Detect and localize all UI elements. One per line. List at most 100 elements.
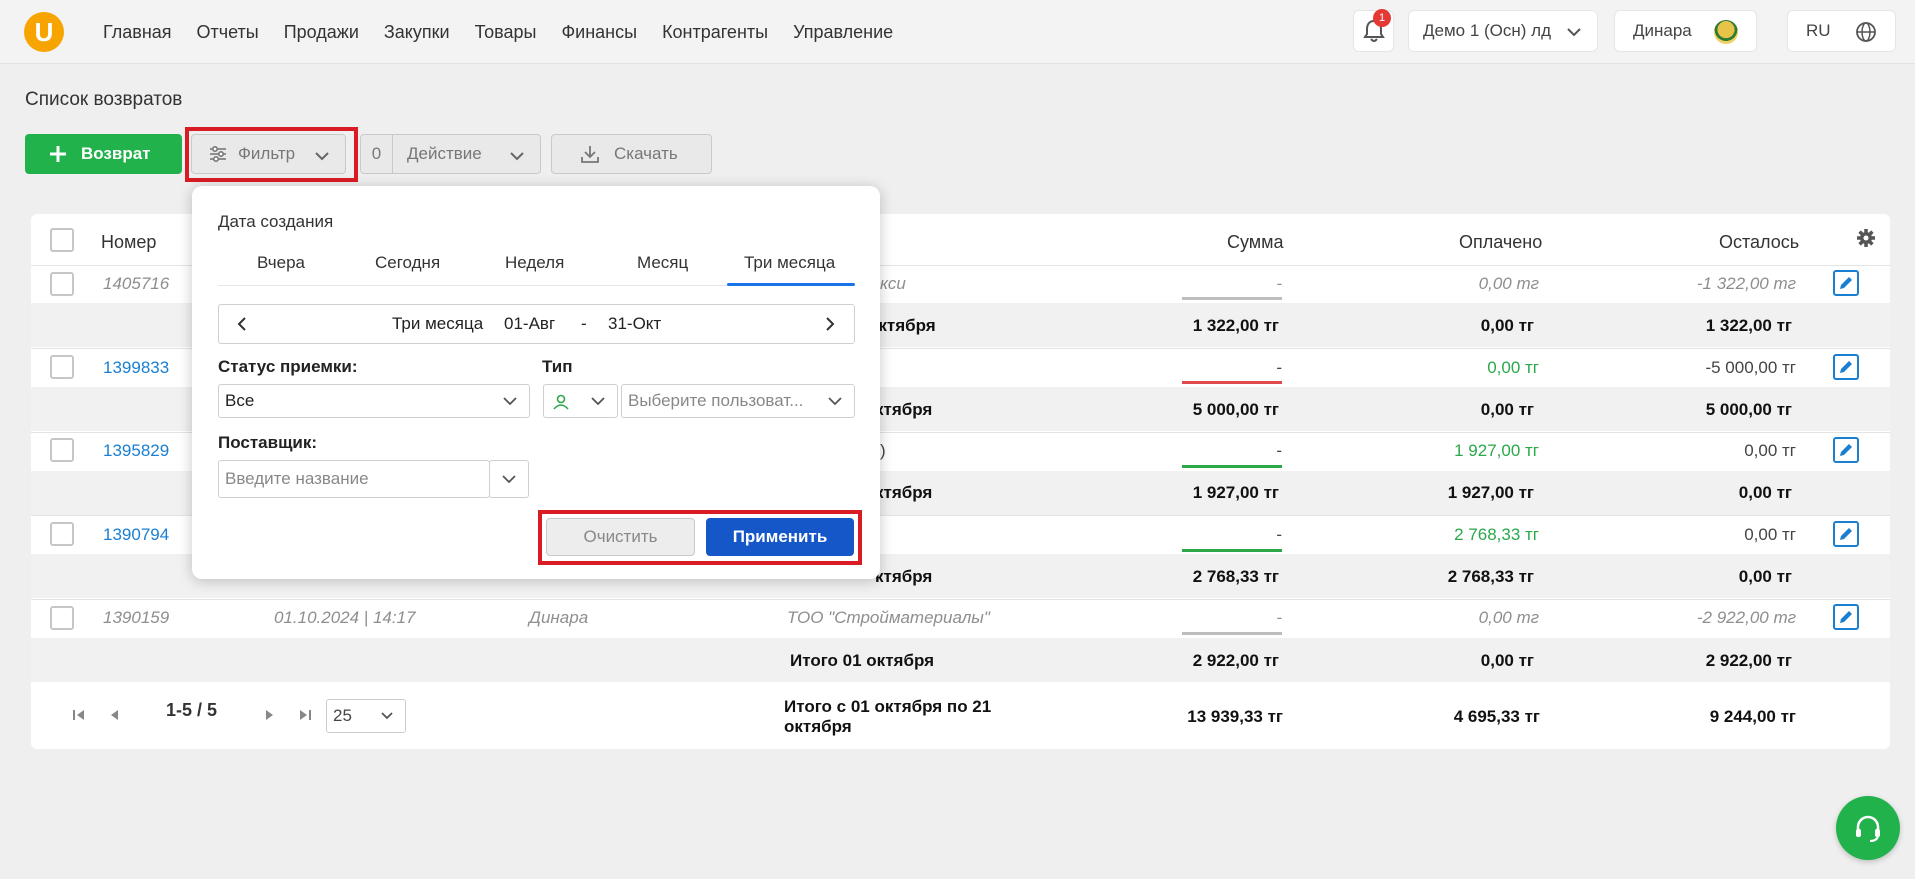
last-page-icon[interactable]	[298, 708, 312, 722]
subtotal-paid: 1 927,00 тг	[1447, 483, 1534, 502]
top-bar: U Главная Отчеты Продажи Закупки Товары …	[0, 0, 1915, 64]
nav-item-finance[interactable]: Финансы	[561, 22, 637, 43]
subtotal-sum: 1 322,00 тг	[1192, 316, 1279, 335]
user-menu[interactable]: Динара	[1614, 10, 1757, 52]
language-select[interactable]: RU	[1787, 10, 1896, 52]
prev-page-icon[interactable]	[108, 708, 120, 722]
first-page-icon[interactable]	[72, 708, 86, 722]
date-from[interactable]: 01-Авг	[504, 314, 555, 334]
subtotal-paid: 0,00 тг	[1480, 316, 1534, 335]
edit-button[interactable]	[1833, 437, 1859, 463]
supplier-input[interactable]: Введите название	[218, 460, 490, 498]
grand-total-paid: 4 695,33 тг	[1453, 707, 1540, 726]
row-partner: кси	[880, 274, 906, 293]
organization-select[interactable]: Демо 1 (Осн) лд	[1408, 10, 1598, 52]
chevron-left-icon[interactable]	[234, 315, 250, 333]
tab-yesterday[interactable]: Вчера	[257, 253, 305, 273]
user-select[interactable]: Выберите пользоват...	[621, 384, 855, 418]
next-page-icon[interactable]	[264, 708, 276, 722]
notifications-button[interactable]: 1	[1353, 9, 1394, 52]
row-sum: -	[1276, 525, 1282, 544]
subtotal-paid: 0,00 тг	[1480, 400, 1534, 419]
per-page-select[interactable]: 25	[326, 699, 406, 733]
row-number[interactable]: 1390159	[103, 608, 169, 628]
row-checkbox[interactable]	[50, 606, 74, 630]
column-header-paid[interactable]: Оплачено	[1459, 232, 1542, 253]
subtotal-paid: 0,00 тг	[1480, 651, 1534, 670]
gear-icon[interactable]	[1856, 228, 1876, 248]
user-select-placeholder: Выберите пользоват...	[628, 391, 804, 410]
date-range-label: Три месяца	[392, 314, 484, 333]
row-checkbox[interactable]	[50, 522, 74, 546]
row-checkbox[interactable]	[50, 272, 74, 296]
app-logo[interactable]: U	[24, 12, 64, 52]
nav-item-partners[interactable]: Контрагенты	[662, 22, 768, 43]
main-nav: Главная Отчеты Продажи Закупки Товары Фи…	[103, 22, 918, 43]
chevron-right-icon[interactable]	[822, 315, 838, 333]
supplier-placeholder: Введите название	[225, 469, 369, 488]
add-return-label: Возврат	[81, 144, 151, 163]
tab-today[interactable]: Сегодня	[375, 253, 440, 273]
page-range: 1-5 / 5	[166, 700, 218, 720]
edit-button[interactable]	[1833, 354, 1859, 380]
subtotal-row	[31, 638, 1890, 682]
support-chat-button[interactable]	[1836, 796, 1900, 860]
row-number[interactable]: 1390794	[103, 525, 169, 545]
pencil-icon	[1840, 611, 1852, 623]
status-bar	[1182, 465, 1282, 468]
edit-button[interactable]	[1833, 521, 1859, 547]
row-checkbox[interactable]	[50, 355, 74, 379]
nav-item-home[interactable]: Главная	[103, 22, 172, 43]
grand-total-label-line1: Итого с 01 октября по 21	[784, 697, 992, 716]
action-button[interactable]: 0 Действие	[360, 134, 541, 174]
download-icon	[581, 146, 599, 163]
status-bar	[1182, 632, 1282, 635]
subtotal-left: 0,00 тг	[1738, 483, 1792, 502]
nav-item-sales[interactable]: Продажи	[284, 22, 359, 43]
row-checkbox[interactable]	[50, 438, 74, 462]
tab-month[interactable]: Месяц	[637, 253, 688, 273]
download-button[interactable]: Скачать	[551, 134, 712, 174]
row-left: -2 922,00 тг	[1696, 608, 1796, 627]
edit-button[interactable]	[1833, 270, 1859, 296]
chevron-down-icon	[510, 152, 524, 161]
buttons-highlight	[538, 510, 862, 565]
notifications-badge: 1	[1373, 9, 1391, 27]
select-all-checkbox[interactable]	[50, 228, 74, 252]
globe-icon	[1856, 22, 1876, 42]
subtotal-left: 2 922,00 тг	[1705, 651, 1792, 670]
tab-week[interactable]: Неделя	[505, 253, 564, 273]
column-header-number[interactable]: Номер	[101, 232, 156, 253]
edit-button[interactable]	[1833, 604, 1859, 630]
row-left: -5 000,00 тг	[1705, 358, 1796, 377]
row-partner: )	[880, 441, 886, 460]
nav-item-products[interactable]: Товары	[475, 22, 537, 43]
row-sum: -	[1276, 274, 1282, 293]
row-date: 01.10.2024 | 14:17	[274, 608, 416, 627]
status-select[interactable]: Все	[218, 384, 530, 418]
tab-three-months[interactable]: Три месяца	[744, 253, 835, 273]
status-bar	[1182, 381, 1282, 384]
nav-item-reports[interactable]: Отчеты	[197, 22, 259, 43]
row-number[interactable]: 1395829	[103, 441, 169, 461]
row-number[interactable]: 1399833	[103, 358, 169, 378]
user-type-select[interactable]	[543, 384, 618, 418]
row-number[interactable]: 1405716	[103, 274, 169, 294]
nav-item-purchases[interactable]: Закупки	[384, 22, 450, 43]
subtotal-label: Итого 01 октября	[790, 651, 935, 670]
chevron-down-icon	[1567, 28, 1581, 37]
date-to[interactable]: 31-Окт	[608, 314, 661, 334]
subtotal-left: 0,00 тг	[1738, 567, 1792, 586]
headset-icon	[1856, 815, 1880, 842]
supplier-dropdown-button[interactable]	[489, 460, 529, 498]
row-paid: 0,00 тг	[1487, 358, 1539, 377]
filter-highlight	[185, 127, 358, 182]
column-header-left[interactable]: Осталось	[1719, 232, 1799, 253]
add-return-button[interactable]: Возврат	[25, 134, 182, 174]
selected-count: 0	[361, 135, 393, 173]
nav-item-management[interactable]: Управление	[793, 22, 893, 43]
column-header-sum[interactable]: Сумма	[1227, 232, 1284, 253]
row-left: 0,00 тг	[1744, 525, 1796, 544]
language-label: RU	[1806, 21, 1831, 40]
subtotal-label: ктября	[875, 567, 933, 586]
